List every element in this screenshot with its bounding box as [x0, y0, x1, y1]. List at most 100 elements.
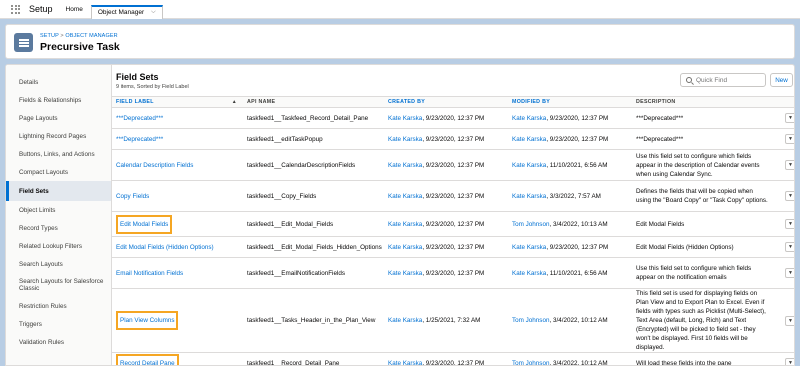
- modified-date: , 3/3/2022, 7:57 AM: [546, 192, 601, 200]
- col-modified-by[interactable]: MODIFIED BY: [508, 96, 632, 108]
- created-by-user-link[interactable]: Kate Karska: [388, 162, 422, 169]
- modified-by-user-link[interactable]: Kate Karska: [512, 162, 546, 169]
- field-set-link[interactable]: Record Detail Pane: [120, 360, 175, 366]
- sidebar-item[interactable]: Field Sets: [6, 181, 111, 201]
- table-row: ***Deprecated*** taskfeed1__editTaskPopup…: [112, 128, 794, 150]
- sidebar-item[interactable]: Fields & Relationships: [6, 91, 111, 109]
- row-actions-chevron-icon[interactable]: ▼: [785, 160, 794, 170]
- cell-field-label: Email Notification Fields: [112, 257, 243, 289]
- field-set-link[interactable]: Copy Fields: [116, 193, 149, 200]
- cell-modified-by: Kate Karska, 11/10/2021, 6:56 AM: [508, 257, 632, 289]
- created-by-user-link[interactable]: Kate Karska: [388, 244, 422, 251]
- sidebar-item[interactable]: Validation Rules: [6, 333, 111, 351]
- cell-api-name: taskfeed1__Record_Detail_Pane: [243, 352, 384, 365]
- sidebar-item[interactable]: Compact Layouts: [6, 163, 111, 181]
- sidebar-item[interactable]: Details: [6, 73, 111, 91]
- sidebar-item[interactable]: Related Lookup Filters: [6, 237, 111, 255]
- modified-date: , 9/23/2020, 12:37 PM: [546, 243, 609, 251]
- cell-description: Will load these fields into the pane: [632, 352, 777, 365]
- modified-by-user-link[interactable]: Kate Karska: [512, 270, 546, 277]
- page-title: Precursive Task: [40, 41, 120, 53]
- sort-arrow-icon[interactable]: ▲: [232, 99, 237, 105]
- cell-description: Edit Modal Fields: [632, 211, 777, 237]
- field-set-link[interactable]: Edit Modal Fields (Hidden Options): [116, 244, 214, 251]
- sidebar-item[interactable]: Page Layouts: [6, 109, 111, 127]
- sidebar-item[interactable]: Restriction Rules: [6, 297, 111, 315]
- object-sidebar: Details Fields & Relationships Page Layout…: [6, 65, 112, 365]
- cell-modified-by: Tom Johnson, 3/4/2022, 10:13 AM: [508, 211, 632, 237]
- modified-by-user-link[interactable]: Tom Johnson: [512, 221, 549, 228]
- row-actions-chevron-icon[interactable]: ▼: [785, 134, 794, 144]
- created-date: , 9/23/2020, 12:37 PM: [422, 161, 485, 169]
- field-set-link[interactable]: Email Notification Fields: [116, 270, 183, 277]
- cell-actions: ▼: [777, 211, 794, 237]
- created-by-user-link[interactable]: Kate Karska: [388, 136, 422, 143]
- table-row: Edit Modal Fields (Hidden Options) taskfe…: [112, 236, 794, 258]
- col-description[interactable]: DESCRIPTION: [632, 96, 777, 108]
- table-row: Edit Modal Fields taskfeed1__Edit_Modal_F…: [112, 211, 794, 237]
- sidebar-item[interactable]: Buttons, Links, and Actions: [6, 145, 111, 163]
- created-date: , 9/23/2020, 12:37 PM: [422, 192, 485, 200]
- cell-actions: ▼: [777, 257, 794, 289]
- field-set-link[interactable]: ***Deprecated***: [116, 136, 163, 143]
- created-by-user-link[interactable]: Kate Karska: [388, 360, 422, 366]
- field-set-link[interactable]: Calendar Description Fields: [116, 162, 193, 169]
- modified-by-user-link[interactable]: Tom Johnson: [512, 360, 549, 366]
- col-created-by[interactable]: CREATED BY: [384, 96, 508, 108]
- cell-field-label: Calendar Description Fields: [112, 149, 243, 181]
- sidebar-item[interactable]: Search Layouts for Salesforce Classic: [6, 273, 111, 297]
- table-row: Copy Fields taskfeed1__Copy_Fields Kate Ka…: [112, 180, 794, 212]
- created-by-user-link[interactable]: Kate Karska: [388, 115, 422, 122]
- modified-by-user-link[interactable]: Kate Karska: [512, 136, 546, 143]
- created-by-user-link[interactable]: Kate Karska: [388, 270, 422, 277]
- col-api-name[interactable]: API NAME: [243, 96, 384, 108]
- object-detail-body: Details Fields & Relationships Page Layout…: [5, 64, 795, 366]
- row-actions-chevron-icon[interactable]: ▼: [785, 242, 794, 252]
- sidebar-item[interactable]: Search Layouts: [6, 255, 111, 273]
- field-set-link[interactable]: Edit Modal Fields: [120, 221, 168, 228]
- modified-date: , 11/10/2021, 6:56 AM: [546, 269, 608, 277]
- cell-api-name: taskfeed1__Tasks_Header_in_the_Plan_View: [243, 288, 384, 353]
- cell-field-label: Edit Modal Fields (Hidden Options): [112, 236, 243, 258]
- sidebar-item[interactable]: Triggers: [6, 315, 111, 333]
- row-actions-chevron-icon[interactable]: ▼: [785, 219, 794, 229]
- created-by-user-link[interactable]: Kate Karska: [388, 221, 422, 228]
- col-field-label[interactable]: FIELD LABEL ▲: [112, 96, 243, 108]
- breadcrumb-setup[interactable]: SETUP: [40, 33, 59, 39]
- sidebar-item[interactable]: Lightning Record Pages: [6, 127, 111, 145]
- cell-description: Edit Modal Fields (Hidden Options): [632, 236, 777, 258]
- breadcrumb-object-manager[interactable]: OBJECT MANAGER: [65, 33, 117, 39]
- new-button[interactable]: New: [770, 73, 793, 87]
- row-actions-chevron-icon[interactable]: ▼: [785, 315, 794, 326]
- chevron-down-icon[interactable]: ⌵: [151, 9, 156, 16]
- cell-api-name: taskfeed1__Copy_Fields: [243, 180, 384, 212]
- created-by-user-link[interactable]: Kate Karska: [388, 317, 422, 324]
- row-actions-chevron-icon[interactable]: ▼: [785, 191, 794, 201]
- cell-created-by: Kate Karska, 9/23/2020, 12:37 PM: [384, 211, 508, 237]
- tab-object-manager[interactable]: Object Manager ⌵: [90, 4, 163, 19]
- app-launcher-icon[interactable]: [11, 4, 20, 14]
- sidebar-item[interactable]: Record Types: [6, 219, 111, 237]
- sidebar-item[interactable]: Object Limits: [6, 201, 111, 219]
- field-set-link[interactable]: ***Deprecated***: [116, 115, 163, 122]
- quick-find[interactable]: [680, 73, 766, 87]
- modified-by-user-link[interactable]: Kate Karska: [512, 115, 546, 122]
- cell-actions: ▼: [777, 236, 794, 258]
- row-actions-chevron-icon[interactable]: ▼: [785, 358, 794, 365]
- modified-by-user-link[interactable]: Kate Karska: [512, 193, 546, 200]
- field-set-link[interactable]: Plan View Columns: [120, 317, 174, 324]
- cell-description: Use this field set to configure which fi…: [632, 149, 777, 181]
- modified-by-user-link[interactable]: Tom Johnson: [512, 317, 549, 324]
- cell-created-by: Kate Karska, 9/23/2020, 12:37 PM: [384, 128, 508, 150]
- row-actions-chevron-icon[interactable]: ▼: [785, 113, 794, 123]
- quick-find-input[interactable]: [696, 76, 764, 84]
- modified-by-user-link[interactable]: Kate Karska: [512, 244, 546, 251]
- tab-home[interactable]: Home: [66, 0, 83, 19]
- row-actions-chevron-icon[interactable]: ▼: [785, 268, 794, 278]
- cell-api-name: taskfeed1__Edit_Modal_Fields: [243, 211, 384, 237]
- cell-created-by: Kate Karska, 9/23/2020, 12:37 PM: [384, 236, 508, 258]
- created-by-user-link[interactable]: Kate Karska: [388, 193, 422, 200]
- highlight-box: Plan View Columns: [116, 311, 179, 330]
- cell-field-label: Copy Fields: [112, 180, 243, 212]
- tab-object-manager-label: Object Manager: [97, 9, 145, 16]
